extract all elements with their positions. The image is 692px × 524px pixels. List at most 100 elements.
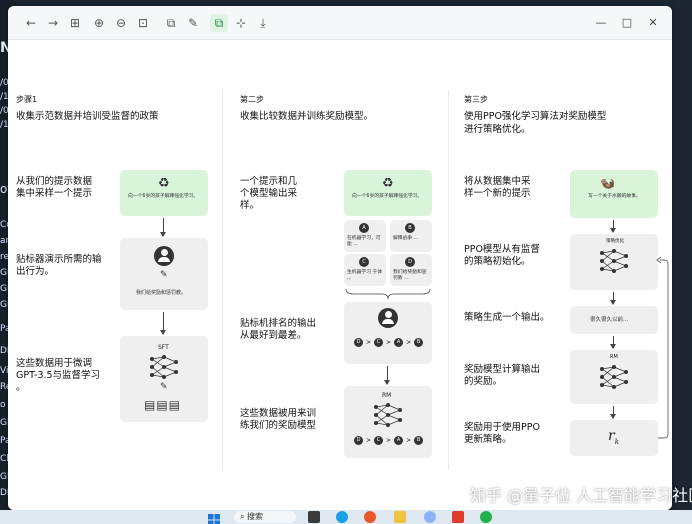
documents-icon: ▤▤▤ xyxy=(144,398,182,412)
close-button[interactable]: ✕ xyxy=(644,14,662,32)
step3-text-2: PPO模型从有监督 的策略初始化。 xyxy=(464,244,540,267)
wechat-icon[interactable] xyxy=(480,511,492,523)
network-icon xyxy=(600,365,628,389)
zoom-out-icon[interactable]: ⊖ xyxy=(112,14,130,32)
prompt-text: 向一个6岁的孩子解释强化学习。 xyxy=(352,194,423,199)
output-card: 很久很久以前... xyxy=(570,306,658,334)
output-text: 很久很久以前... xyxy=(590,317,629,323)
firefox-icon[interactable] xyxy=(364,511,376,523)
prompt-card: 🦦 写一个关于水獭的故事。 xyxy=(570,170,658,218)
flow-arrow xyxy=(384,366,390,385)
search-label: 搜索 xyxy=(247,512,264,521)
watermark: 知乎 @量子位 人工智能学习社区 xyxy=(470,486,692,505)
rank-item: B xyxy=(414,436,424,445)
rank-gt: > xyxy=(366,437,372,444)
app-icon[interactable] xyxy=(424,511,436,523)
flow-arrow xyxy=(610,220,616,233)
maximize-button[interactable]: □ xyxy=(618,14,636,32)
wps-icon[interactable] xyxy=(452,511,464,523)
option-d-text: 我们给奖励和惩罚教 ... xyxy=(393,270,427,281)
viewer-toolbar: ← → ⊞ ⊕ ⊖ ⊡ ⧉ ✎ ⧉ ⊹ ⤓ — □ ✕ xyxy=(8,6,672,40)
edge-browser-icon[interactable] xyxy=(336,511,348,523)
rank-item: D xyxy=(354,338,363,347)
step1-text-3: 这些数据用于微调 GPT-3.5与监督学习。 xyxy=(16,358,101,393)
rank-gt: > xyxy=(386,437,392,444)
rank-gt: > xyxy=(406,437,412,444)
labeler-card: ✎ 我们给奖励和惩罚教。 xyxy=(120,238,208,310)
output-option-a: A 在机器学习，可能 ... xyxy=(344,220,386,252)
rank-gt: > xyxy=(386,339,392,346)
step1-description: 收集示范数据并培训受监督的政策 xyxy=(16,111,159,122)
fit-window-icon[interactable]: ⊡ xyxy=(134,14,152,32)
step3-text-5: 奖励用于使用PPO 更新策略。 xyxy=(464,422,540,445)
option-a-text: 在机器学习，可能 ... xyxy=(347,236,381,247)
step1-heading: 步骤1 xyxy=(16,95,38,104)
rank-item: C xyxy=(374,338,384,347)
step2-text-3: 这些数据被用来训 练我们的奖励模型 xyxy=(240,408,317,431)
windows-start-icon[interactable] xyxy=(208,511,220,524)
ppo-label: 策略优化 xyxy=(606,239,624,244)
flow-arrow xyxy=(610,406,616,419)
sft-label: SFT xyxy=(158,344,169,351)
rm-card: RM xyxy=(570,350,658,404)
step2-text-2: 贴标机排名的输出 从最好到最差。 xyxy=(240,318,317,341)
rank-item: A xyxy=(394,436,404,445)
prompt-card: ♻ 向一个6岁的孩子解释强化学习。 xyxy=(344,170,432,216)
column-divider xyxy=(222,90,223,470)
person-icon xyxy=(154,246,174,266)
minimize-button[interactable]: — xyxy=(592,14,610,32)
reward-symbol: rk xyxy=(608,428,619,446)
edit-icon[interactable]: ✎ xyxy=(184,14,202,32)
prompt-text: 向一个6岁的孩子解释强化学习。 xyxy=(128,194,199,199)
step3-heading: 第三步 xyxy=(464,95,488,104)
ranking-row: D > C > A > B xyxy=(354,338,424,347)
rank-item: A xyxy=(394,338,404,347)
taskbar-search[interactable]: ⌕ 搜索 xyxy=(234,511,296,523)
image-viewer-window: ← → ⊞ ⊕ ⊖ ⊡ ⧉ ✎ ⧉ ⊹ ⤓ — □ ✕ 步骤1 收集示范数据并培… xyxy=(8,6,672,510)
bracket-icon xyxy=(345,288,431,300)
recycle-icon: ♻ xyxy=(382,176,394,191)
step3-text-1: 将从数据集中采 样一个新的提示 xyxy=(464,176,531,199)
person-icon xyxy=(378,308,398,328)
file-explorer-icon[interactable] xyxy=(394,511,406,523)
output-option-d: D 我们给奖励和惩罚教 ... xyxy=(390,254,432,286)
taskbar: ⌕ 搜索 xyxy=(0,510,692,524)
active-tool-icon[interactable]: ⧉ xyxy=(210,14,228,32)
reward-card: rk xyxy=(570,420,658,456)
ppo-card: 策略优化 xyxy=(570,234,658,290)
prompt-text: 写一个关于水獭的故事。 xyxy=(588,194,641,199)
rank-item: D xyxy=(354,436,363,445)
step3-description: 使用PPO强化学习算法对奖励模型 进行策略优化。 xyxy=(464,111,607,135)
step2-heading: 第二步 xyxy=(240,95,264,104)
step2-text-1: 一个提示和几 个模型输出采 样。 xyxy=(240,176,298,211)
network-icon xyxy=(150,355,178,379)
zoom-in-icon[interactable]: ⊕ xyxy=(90,14,108,32)
rank-item: C xyxy=(374,436,384,445)
option-b-badge: B xyxy=(405,223,415,233)
crop-icon[interactable]: ⊹ xyxy=(232,14,250,32)
forward-icon[interactable]: → xyxy=(44,14,62,32)
rm-label: RM xyxy=(610,354,618,360)
grid-view-icon[interactable]: ⊞ xyxy=(66,14,84,32)
option-c-text: 生机器学习 于体 ... xyxy=(347,270,383,281)
save-icon[interactable]: ⤓ xyxy=(254,14,272,32)
back-icon[interactable]: ← xyxy=(22,14,40,32)
flow-arrow xyxy=(610,336,616,349)
ranking-row: D > C > A > B xyxy=(354,436,424,445)
output-option-c: C 生机器学习 于体 ... xyxy=(344,254,386,286)
step2-description: 收集比较数据并训练奖励模型。 xyxy=(240,111,374,122)
step3-text-3: 策略生成一个输出。 xyxy=(464,312,550,323)
ranking-card: D > C > A > B xyxy=(344,302,432,364)
flow-arrow xyxy=(160,312,166,335)
pencil-icon: ✎ xyxy=(160,382,168,392)
rank-gt: > xyxy=(406,339,412,346)
task-view-icon[interactable] xyxy=(308,511,320,523)
network-icon xyxy=(600,249,628,273)
copy-icon[interactable]: ⧉ xyxy=(162,14,180,32)
feedback-loop-arrow xyxy=(656,256,669,439)
flow-arrow xyxy=(160,218,166,237)
prompt-card: ♻ 向一个6岁的孩子解释强化学习。 xyxy=(120,170,208,216)
pencil-icon: ✎ xyxy=(160,270,168,280)
option-b-text: 解释战争 ... xyxy=(393,236,419,241)
column-divider xyxy=(448,90,449,470)
